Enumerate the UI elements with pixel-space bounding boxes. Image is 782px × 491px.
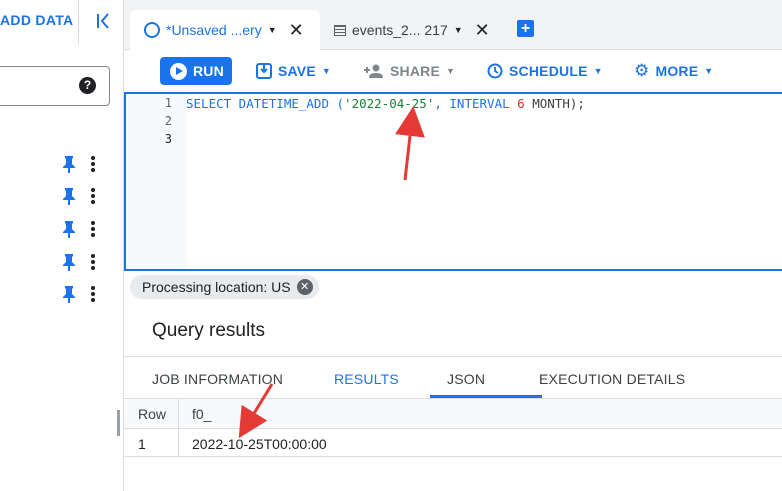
chevron-down-icon[interactable]: ▼ [268, 25, 277, 35]
save-icon [256, 63, 272, 79]
schedule-button[interactable]: SCHEDULE ▼ [487, 57, 603, 85]
more-vert-icon[interactable] [90, 220, 96, 238]
close-icon[interactable]: ✕ [289, 20, 304, 41]
table-icon [334, 24, 346, 36]
column-header-f0: f0_ [192, 406, 212, 422]
table-row[interactable]: 1 2022-10-25T00:00:00 [124, 429, 782, 457]
close-icon[interactable]: ✕ [296, 279, 313, 295]
sql-keyword: , INTERVAL [434, 96, 518, 111]
help-icon[interactable]: ? [79, 77, 96, 94]
close-icon[interactable]: ✕ [475, 20, 490, 41]
sql-string: '2022-04-25' [344, 96, 435, 111]
query-results-title: Query results [152, 320, 265, 341]
pin-icon[interactable] [62, 187, 76, 205]
more-vert-icon[interactable] [90, 285, 96, 303]
line-number-gutter: 1 2 3 [126, 94, 186, 269]
sql-keyword: SELECT DATETIME_ADD ( [186, 96, 345, 111]
processing-location-label: Processing location: US [142, 279, 291, 295]
explorer-panel: ADD DATA ? [0, 0, 124, 491]
explorer-row-actions [60, 186, 104, 206]
tab-json[interactable]: JSON [447, 371, 485, 387]
play-icon [170, 62, 187, 80]
tab-label: events_2... 217 [352, 22, 448, 38]
chevron-down-icon: ▼ [321, 66, 331, 76]
collapse-panel-icon[interactable] [94, 10, 114, 32]
sql-line-1[interactable]: SELECT DATETIME_ADD ('2022-04-25', INTER… [186, 96, 585, 111]
chevron-down-icon[interactable]: ▼ [454, 25, 463, 35]
explorer-row-actions [60, 154, 104, 174]
tab-execution-details[interactable]: EXECUTION DETAILS [539, 371, 685, 387]
column-divider [178, 399, 179, 457]
processing-location-chip: Processing location: US ✕ [130, 275, 319, 299]
line-number: 2 [164, 114, 172, 128]
resize-handle[interactable] [117, 410, 120, 436]
line-number: 1 [164, 96, 172, 110]
more-vert-icon[interactable] [90, 253, 96, 271]
more-vert-icon[interactable] [90, 187, 96, 205]
divider [78, 0, 79, 44]
explorer-row-actions [60, 252, 104, 272]
add-data-button[interactable]: ADD DATA [0, 12, 73, 28]
run-label: RUN [193, 63, 224, 79]
more-vert-icon[interactable] [90, 155, 96, 173]
more-label: MORE [655, 63, 699, 79]
pin-icon[interactable] [62, 220, 76, 238]
row-number: 1 [138, 436, 146, 452]
new-tab-icon[interactable]: + [517, 20, 534, 37]
sql-editor[interactable]: 1 2 3 SELECT DATETIME_ADD ('2022-04-25',… [124, 92, 782, 271]
run-button[interactable]: RUN [160, 57, 232, 85]
gear-icon: ⚙ [634, 61, 650, 80]
results-tab-bar: JOB INFORMATION RESULTS JSON EXECUTION D… [124, 357, 782, 399]
schedule-label: SCHEDULE [509, 63, 588, 79]
query-toolbar: RUN SAVE ▼ SHARE ▼ SCHEDULE ▼ ⚙ MORE ▼ [124, 50, 782, 92]
pin-icon[interactable] [62, 155, 76, 173]
active-tab-indicator [430, 395, 542, 398]
person-add-icon [364, 64, 383, 78]
chevron-down-icon: ▼ [593, 66, 603, 76]
share-button[interactable]: SHARE ▼ [364, 57, 455, 85]
query-icon [144, 22, 160, 38]
tab-job-information[interactable]: JOB INFORMATION [152, 371, 283, 387]
results-table: Row f0_ 1 2022-10-25T00:00:00 [124, 399, 782, 457]
pin-icon[interactable] [62, 253, 76, 271]
tab-label: *Unsaved ...ery [166, 22, 262, 38]
clock-icon [487, 63, 503, 79]
tab-unsaved-query[interactable]: *Unsaved ...ery ▼ ✕ [130, 10, 320, 50]
column-header-row: Row [138, 406, 167, 422]
chevron-down-icon: ▼ [446, 66, 456, 76]
editor-tab-bar: *Unsaved ...ery ▼ ✕ events_2... 217 ▼ ✕ … [124, 0, 782, 50]
chevron-down-icon: ▼ [704, 66, 714, 76]
tab-results[interactable]: RESULTS [334, 371, 399, 387]
result-value: 2022-10-25T00:00:00 [192, 436, 327, 452]
explorer-row-actions [60, 284, 104, 304]
save-label: SAVE [278, 63, 316, 79]
explorer-row-actions [60, 219, 104, 239]
more-button[interactable]: ⚙ MORE ▼ [634, 57, 713, 85]
sql-number: 6 [517, 96, 525, 111]
bigquery-window: ADD DATA ? *Unsaved ...ery ▼ ✕ events_2.… [0, 0, 782, 491]
share-label: SHARE [390, 63, 441, 79]
pin-icon[interactable] [62, 285, 76, 303]
table-header: Row f0_ [124, 399, 782, 429]
save-button[interactable]: SAVE ▼ [256, 57, 331, 85]
tab-events-table[interactable]: events_2... 217 ▼ ✕ [330, 10, 500, 50]
line-number: 3 [164, 132, 172, 146]
sql-keyword: MONTH); [524, 96, 585, 111]
